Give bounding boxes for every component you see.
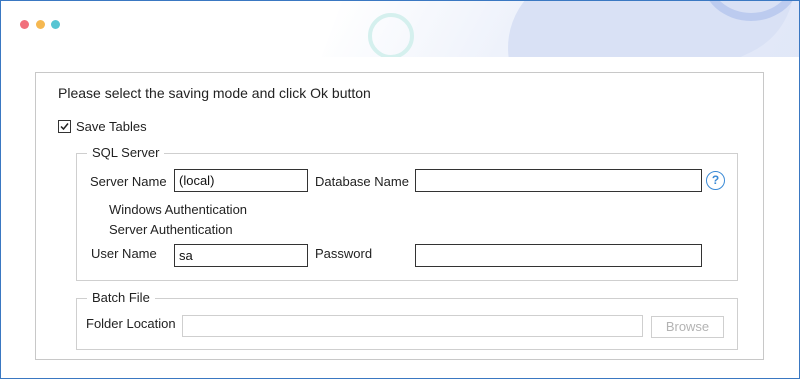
batch-file-group-title: Batch File bbox=[87, 290, 155, 305]
browse-button[interactable]: Browse bbox=[651, 316, 724, 338]
folder-location-label: Folder Location bbox=[86, 316, 176, 331]
server-authentication-option[interactable]: Server Authentication bbox=[109, 222, 233, 237]
password-input[interactable] bbox=[415, 244, 702, 267]
save-tables-row[interactable]: Save Tables bbox=[58, 118, 147, 134]
title-bar bbox=[1, 1, 799, 57]
title-bar-decoration-ring bbox=[368, 13, 414, 57]
user-name-label: User Name bbox=[91, 246, 157, 261]
maximize-dot[interactable] bbox=[51, 20, 60, 29]
help-icon[interactable]: ? bbox=[706, 171, 725, 190]
folder-location-input[interactable] bbox=[182, 315, 643, 337]
checkmark-icon bbox=[60, 122, 69, 130]
save-tables-label: Save Tables bbox=[76, 118, 147, 134]
database-name-input[interactable] bbox=[415, 169, 702, 192]
minimize-dot[interactable] bbox=[36, 20, 45, 29]
instruction-text: Please select the saving mode and click … bbox=[58, 85, 371, 101]
server-name-input[interactable]: (local) bbox=[174, 169, 308, 192]
database-name-label: Database Name bbox=[315, 174, 409, 189]
sql-server-group-title: SQL Server bbox=[87, 145, 165, 160]
windows-authentication-option[interactable]: Windows Authentication bbox=[109, 202, 247, 217]
save-tables-checkbox[interactable] bbox=[58, 119, 71, 133]
close-dot[interactable] bbox=[20, 20, 29, 29]
server-name-label: Server Name bbox=[90, 174, 167, 189]
user-name-input[interactable]: sa bbox=[174, 244, 308, 267]
password-label: Password bbox=[315, 246, 373, 261]
